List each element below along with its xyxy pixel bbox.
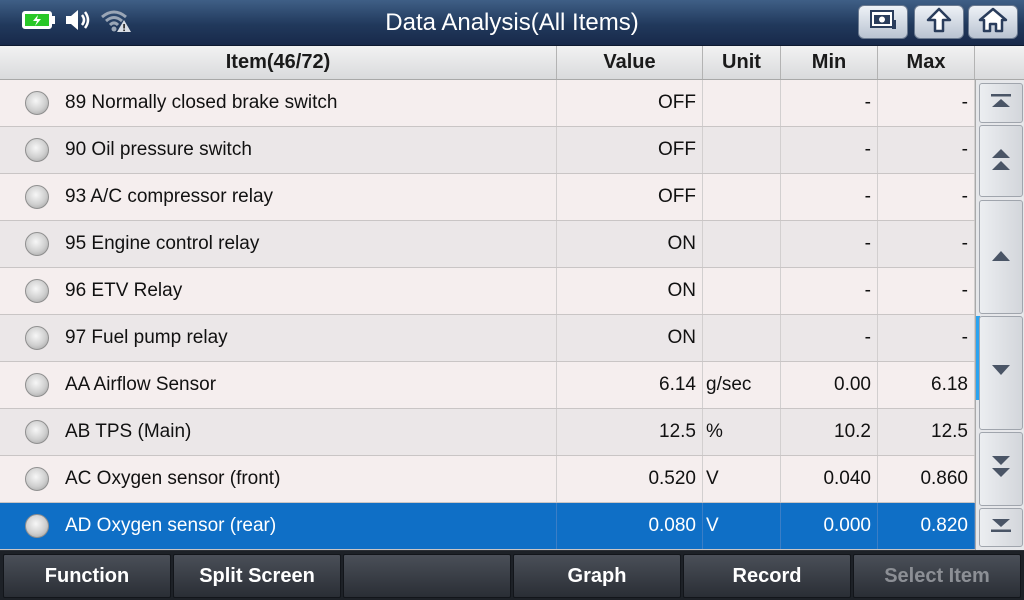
row-value: ON: [557, 315, 703, 361]
graph-button[interactable]: Graph: [513, 554, 681, 598]
table-row[interactable]: 90 Oil pressure switch OFF - -: [0, 127, 975, 174]
double-chevron-down-icon: [989, 454, 1013, 485]
chevron-down-icon: [989, 362, 1013, 385]
table-row[interactable]: AA Airflow Sensor 6.14 g/sec 0.00 6.18: [0, 362, 975, 409]
row-min: -: [781, 127, 878, 173]
scroll-down-button[interactable]: [979, 316, 1023, 430]
row-value: 0.520: [557, 456, 703, 502]
row-max: -: [878, 221, 975, 267]
table-row[interactable]: 93 A/C compressor relay OFF - -: [0, 174, 975, 221]
row-value: 12.5: [557, 409, 703, 455]
column-header-max: Max: [878, 46, 975, 79]
row-item-name: 95 Engine control relay: [0, 221, 557, 267]
row-value: ON: [557, 221, 703, 267]
scroll-page-down-button[interactable]: [979, 432, 1023, 506]
row-max: -: [878, 80, 975, 126]
table-row-selected[interactable]: AD Oxygen sensor (rear) 0.080 V 0.000 0.820: [0, 503, 975, 550]
scroll-page-up-button[interactable]: [979, 125, 1023, 197]
report-button[interactable]: [858, 5, 908, 39]
chevron-up-icon: [989, 246, 1013, 269]
row-unit: [703, 268, 781, 314]
column-header-unit: Unit: [703, 46, 781, 79]
report-icon: [868, 8, 898, 37]
data-table: 89 Normally closed brake switch OFF - -90 O…: [0, 80, 975, 550]
title-bar: Data Analysis(All Items): [0, 0, 1024, 46]
function-button[interactable]: Function: [3, 554, 171, 598]
row-unit: [703, 221, 781, 267]
row-item-name: AA Airflow Sensor: [0, 362, 557, 408]
row-item-name: AD Oxygen sensor (rear): [0, 503, 557, 549]
up-arrow-icon: [924, 7, 954, 38]
row-min: -: [781, 80, 878, 126]
row-unit: V: [703, 456, 781, 502]
row-item-name: 89 Normally closed brake switch: [0, 80, 557, 126]
table-row[interactable]: 97 Fuel pump relay ON - -: [0, 315, 975, 362]
split-screen-button[interactable]: Split Screen: [173, 554, 341, 598]
row-min: -: [781, 174, 878, 220]
table-row[interactable]: 95 Engine control relay ON - -: [0, 221, 975, 268]
row-item-name: 97 Fuel pump relay: [0, 315, 557, 361]
row-min: -: [781, 315, 878, 361]
row-min: -: [781, 268, 878, 314]
table-row[interactable]: 96 ETV Relay ON - -: [0, 268, 975, 315]
row-min: 0.00: [781, 362, 878, 408]
row-unit: V: [703, 503, 781, 549]
table-row[interactable]: AC Oxygen sensor (front) 0.520 V 0.040 0.860: [0, 456, 975, 503]
row-max: 0.860: [878, 456, 975, 502]
row-unit: [703, 315, 781, 361]
row-value: OFF: [557, 127, 703, 173]
row-max: 6.18: [878, 362, 975, 408]
row-max: 0.820: [878, 503, 975, 549]
home-button[interactable]: [968, 5, 1018, 39]
row-item-name: 93 A/C compressor relay: [0, 174, 557, 220]
row-unit: [703, 80, 781, 126]
row-value: 6.14: [557, 362, 703, 408]
row-min: 0.000: [781, 503, 878, 549]
column-header-value: Value: [557, 46, 703, 79]
row-item-name: 96 ETV Relay: [0, 268, 557, 314]
row-item-name: AC Oxygen sensor (front): [0, 456, 557, 502]
row-unit: [703, 127, 781, 173]
select-item-button[interactable]: Select Item: [853, 554, 1021, 598]
row-item-name: AB TPS (Main): [0, 409, 557, 455]
table-header: Item(46/72) Value Unit Min Max: [0, 46, 1024, 80]
row-unit: %: [703, 409, 781, 455]
row-value: OFF: [557, 174, 703, 220]
scroll-bottom-button[interactable]: [979, 508, 1023, 547]
bottom-toolbar: Function Split Screen Graph Record Selec…: [0, 551, 1024, 600]
back-button[interactable]: [914, 5, 964, 39]
record-button[interactable]: Record: [683, 554, 851, 598]
row-min: -: [781, 221, 878, 267]
scroll-up-button[interactable]: [979, 200, 1023, 314]
row-min: 0.040: [781, 456, 878, 502]
table-row[interactable]: AB TPS (Main) 12.5% 10.2 12.5: [0, 409, 975, 456]
column-header-item[interactable]: Item(46/72): [0, 46, 557, 79]
row-unit: g/sec: [703, 362, 781, 408]
row-max: -: [878, 174, 975, 220]
scroll-top-icon: [989, 92, 1013, 115]
row-value: 0.080: [557, 503, 703, 549]
row-value: OFF: [557, 80, 703, 126]
empty-button[interactable]: [343, 554, 511, 598]
row-min: 10.2: [781, 409, 878, 455]
row-max: 12.5: [878, 409, 975, 455]
home-icon: [978, 7, 1008, 38]
row-max: -: [878, 315, 975, 361]
row-value: ON: [557, 268, 703, 314]
row-max: -: [878, 268, 975, 314]
row-unit: [703, 174, 781, 220]
double-chevron-up-icon: [989, 146, 1013, 177]
column-header-min: Min: [781, 46, 878, 79]
scroll-top-button[interactable]: [979, 83, 1023, 123]
table-row[interactable]: 89 Normally closed brake switch OFF - -: [0, 80, 975, 127]
scrollbar[interactable]: [975, 80, 1024, 550]
row-item-name: 90 Oil pressure switch: [0, 127, 557, 173]
row-max: -: [878, 127, 975, 173]
scroll-bottom-icon: [989, 516, 1013, 539]
